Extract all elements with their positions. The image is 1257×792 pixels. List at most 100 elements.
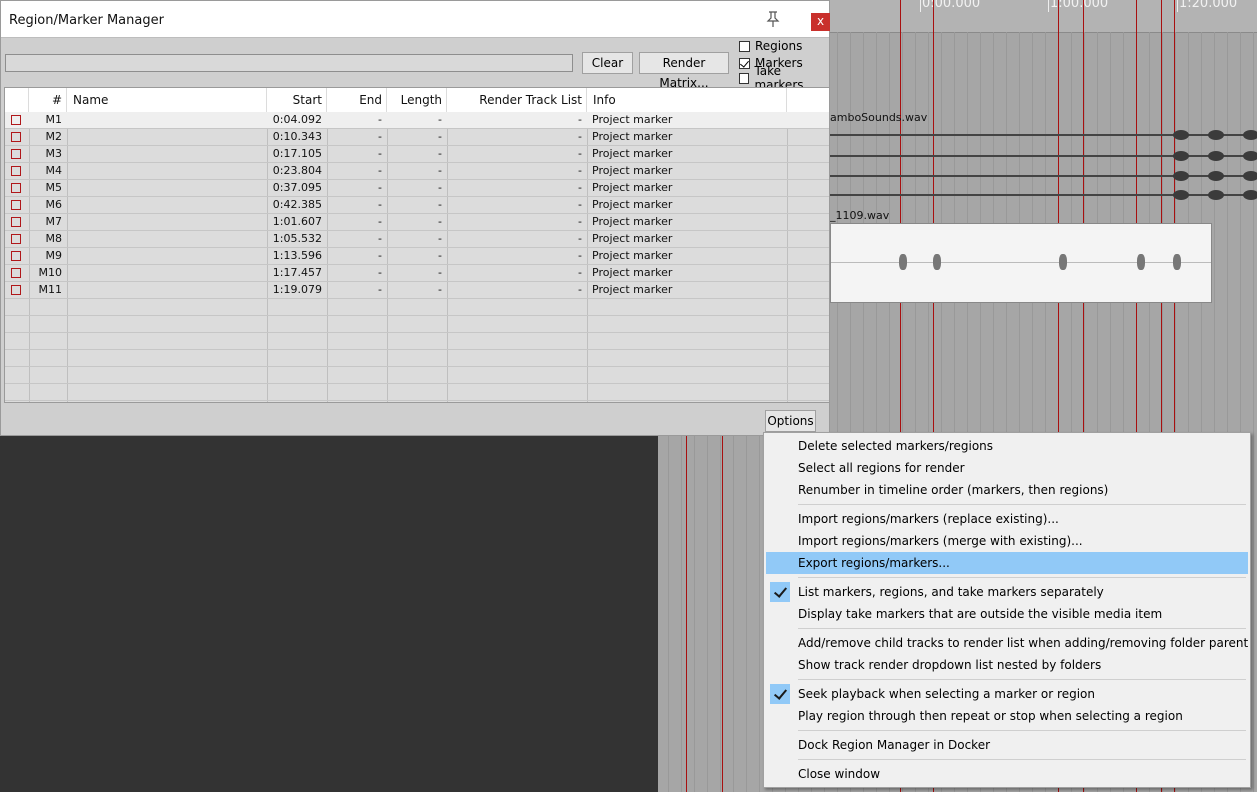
col-header-end[interactable]: End	[327, 88, 387, 112]
options-button[interactable]: Options	[765, 410, 816, 432]
cell-name[interactable]	[67, 129, 267, 146]
cell-length[interactable]: -	[387, 214, 447, 231]
table-row[interactable]: M6 0:42.385- - - Project marker	[5, 197, 829, 214]
cell-end[interactable]: -	[327, 248, 387, 265]
menu-export-item[interactable]: Export regions/markers...	[766, 552, 1248, 574]
cell-number[interactable]: M8	[29, 231, 67, 248]
cell-number[interactable]: M4	[29, 163, 67, 180]
cell-info[interactable]: Project marker	[587, 180, 787, 197]
cell-start[interactable]: 0:17.105	[267, 146, 327, 163]
table-row[interactable]: M3 0:17.105- - - Project marker	[5, 146, 829, 163]
cell-length[interactable]: -	[387, 197, 447, 214]
cell-render-track-list[interactable]: -	[447, 248, 587, 265]
cell-info[interactable]: Project marker	[587, 197, 787, 214]
checkbox-box[interactable]	[739, 40, 750, 52]
menu-show-track-render-dropdown-item[interactable]: Show track render dropdown list nested b…	[766, 654, 1248, 676]
cell-length[interactable]: -	[387, 129, 447, 146]
table-row[interactable]: M4 0:23.804- - - Project marker	[5, 163, 829, 180]
menu-seek-playback-item[interactable]: Seek playback when selecting a marker or…	[766, 683, 1248, 705]
cell-number[interactable]: M1	[29, 112, 67, 129]
clear-button[interactable]: Clear	[582, 52, 633, 74]
cell-end[interactable]: -	[327, 180, 387, 197]
checkbox-box[interactable]	[739, 72, 750, 84]
menu-select-all-regions-item[interactable]: Select all regions for render	[766, 457, 1248, 479]
cell-name[interactable]	[67, 112, 267, 129]
menu-dock-region-manager-item[interactable]: Dock Region Manager in Docker	[766, 734, 1248, 756]
cell-render-track-list[interactable]: -	[447, 265, 587, 282]
title-bar[interactable]: Region/Marker Manager x	[1, 1, 830, 38]
table-row[interactable]: M2 0:10.343- - - Project marker	[5, 129, 829, 146]
marker-select-checkbox[interactable]	[11, 200, 21, 210]
cell-start[interactable]: 0:10.343	[267, 129, 327, 146]
menu-renumber-item[interactable]: Renumber in timeline order (markers, the…	[766, 479, 1248, 501]
cell-name[interactable]	[67, 265, 267, 282]
table-row[interactable]: M11 1:19.079- - - Project marker	[5, 282, 829, 299]
menu-play-region-item[interactable]: Play region through then repeat or stop …	[766, 705, 1248, 727]
cell-number[interactable]: M3	[29, 146, 67, 163]
cell-render-track-list[interactable]: -	[447, 163, 587, 180]
cell-end[interactable]: -	[327, 197, 387, 214]
cell-name[interactable]	[67, 146, 267, 163]
marker-select-checkbox[interactable]	[11, 268, 21, 278]
marker-select-checkbox[interactable]	[11, 115, 21, 125]
close-button[interactable]: x	[811, 13, 830, 31]
table-row[interactable]: M9 1:13.596- - - Project marker	[5, 248, 829, 265]
cell-start[interactable]: 0:04.092	[267, 112, 327, 129]
take-markers-checkbox[interactable]: Take markers	[739, 64, 829, 92]
menu-display-take-markers-item[interactable]: Display take markers that are outside th…	[766, 603, 1248, 625]
cell-name[interactable]	[67, 214, 267, 231]
menu-close-window-item[interactable]: Close window	[766, 763, 1248, 785]
cell-number[interactable]: M5	[29, 180, 67, 197]
cell-length[interactable]: -	[387, 231, 447, 248]
cell-info[interactable]: Project marker	[587, 248, 787, 265]
marker-select-checkbox[interactable]	[11, 166, 21, 176]
cell-render-track-list[interactable]: -	[447, 180, 587, 197]
col-header-name[interactable]: Name	[67, 88, 267, 112]
cell-length[interactable]: -	[387, 112, 447, 129]
col-header-number[interactable]: #	[29, 88, 67, 112]
cell-info[interactable]: Project marker	[587, 129, 787, 146]
table-row[interactable]: M5 0:37.095- - - Project marker	[5, 180, 829, 197]
cell-info[interactable]: Project marker	[587, 112, 787, 129]
cell-start[interactable]: 0:23.804	[267, 163, 327, 180]
menu-add-remove-child-tracks-item[interactable]: Add/remove child tracks to render list w…	[766, 632, 1248, 654]
cell-render-track-list[interactable]: -	[447, 197, 587, 214]
cell-render-track-list[interactable]: -	[447, 214, 587, 231]
pin-icon[interactable]	[766, 10, 780, 28]
cell-start[interactable]: 0:42.385	[267, 197, 327, 214]
cell-number[interactable]: M6	[29, 197, 67, 214]
table-row[interactable]: M10 1:17.457- - - Project marker	[5, 265, 829, 282]
marker-select-checkbox[interactable]	[11, 132, 21, 142]
marker-select-checkbox[interactable]	[11, 234, 21, 244]
marker-select-checkbox[interactable]	[11, 217, 21, 227]
regions-checkbox[interactable]: Regions	[739, 38, 802, 54]
marker-select-checkbox[interactable]	[11, 149, 21, 159]
menu-list-separately-item[interactable]: List markers, regions, and take markers …	[766, 581, 1248, 603]
cell-info[interactable]: Project marker	[587, 163, 787, 180]
col-header-render-track-list[interactable]: Render Track List	[447, 88, 587, 112]
cell-name[interactable]	[67, 248, 267, 265]
cell-render-track-list[interactable]: -	[447, 231, 587, 248]
table-row[interactable]: M7 1:01.607- - - Project marker	[5, 214, 829, 231]
marker-select-checkbox[interactable]	[11, 251, 21, 261]
cell-number[interactable]: M7	[29, 214, 67, 231]
cell-number[interactable]: M10	[29, 265, 67, 282]
cell-length[interactable]: -	[387, 146, 447, 163]
cell-render-track-list[interactable]: -	[447, 146, 587, 163]
cell-number[interactable]: M9	[29, 248, 67, 265]
cell-length[interactable]: -	[387, 180, 447, 197]
cell-render-track-list[interactable]: -	[447, 282, 587, 299]
cell-info[interactable]: Project marker	[587, 265, 787, 282]
col-header-length[interactable]: Length	[387, 88, 447, 112]
cell-length[interactable]: -	[387, 265, 447, 282]
cell-start[interactable]: 1:01.607	[267, 214, 327, 231]
cell-info[interactable]: Project marker	[587, 231, 787, 248]
menu-import-replace-item[interactable]: Import regions/markers (replace existing…	[766, 508, 1248, 530]
cell-length[interactable]: -	[387, 163, 447, 180]
cell-start[interactable]: 1:17.457	[267, 265, 327, 282]
cell-end[interactable]: -	[327, 265, 387, 282]
table-row[interactable]: M8 1:05.532- - - Project marker	[5, 231, 829, 248]
filter-input[interactable]	[5, 54, 573, 72]
menu-delete-markers-item[interactable]: Delete selected markers/regions	[766, 435, 1248, 457]
cell-end[interactable]: -	[327, 214, 387, 231]
